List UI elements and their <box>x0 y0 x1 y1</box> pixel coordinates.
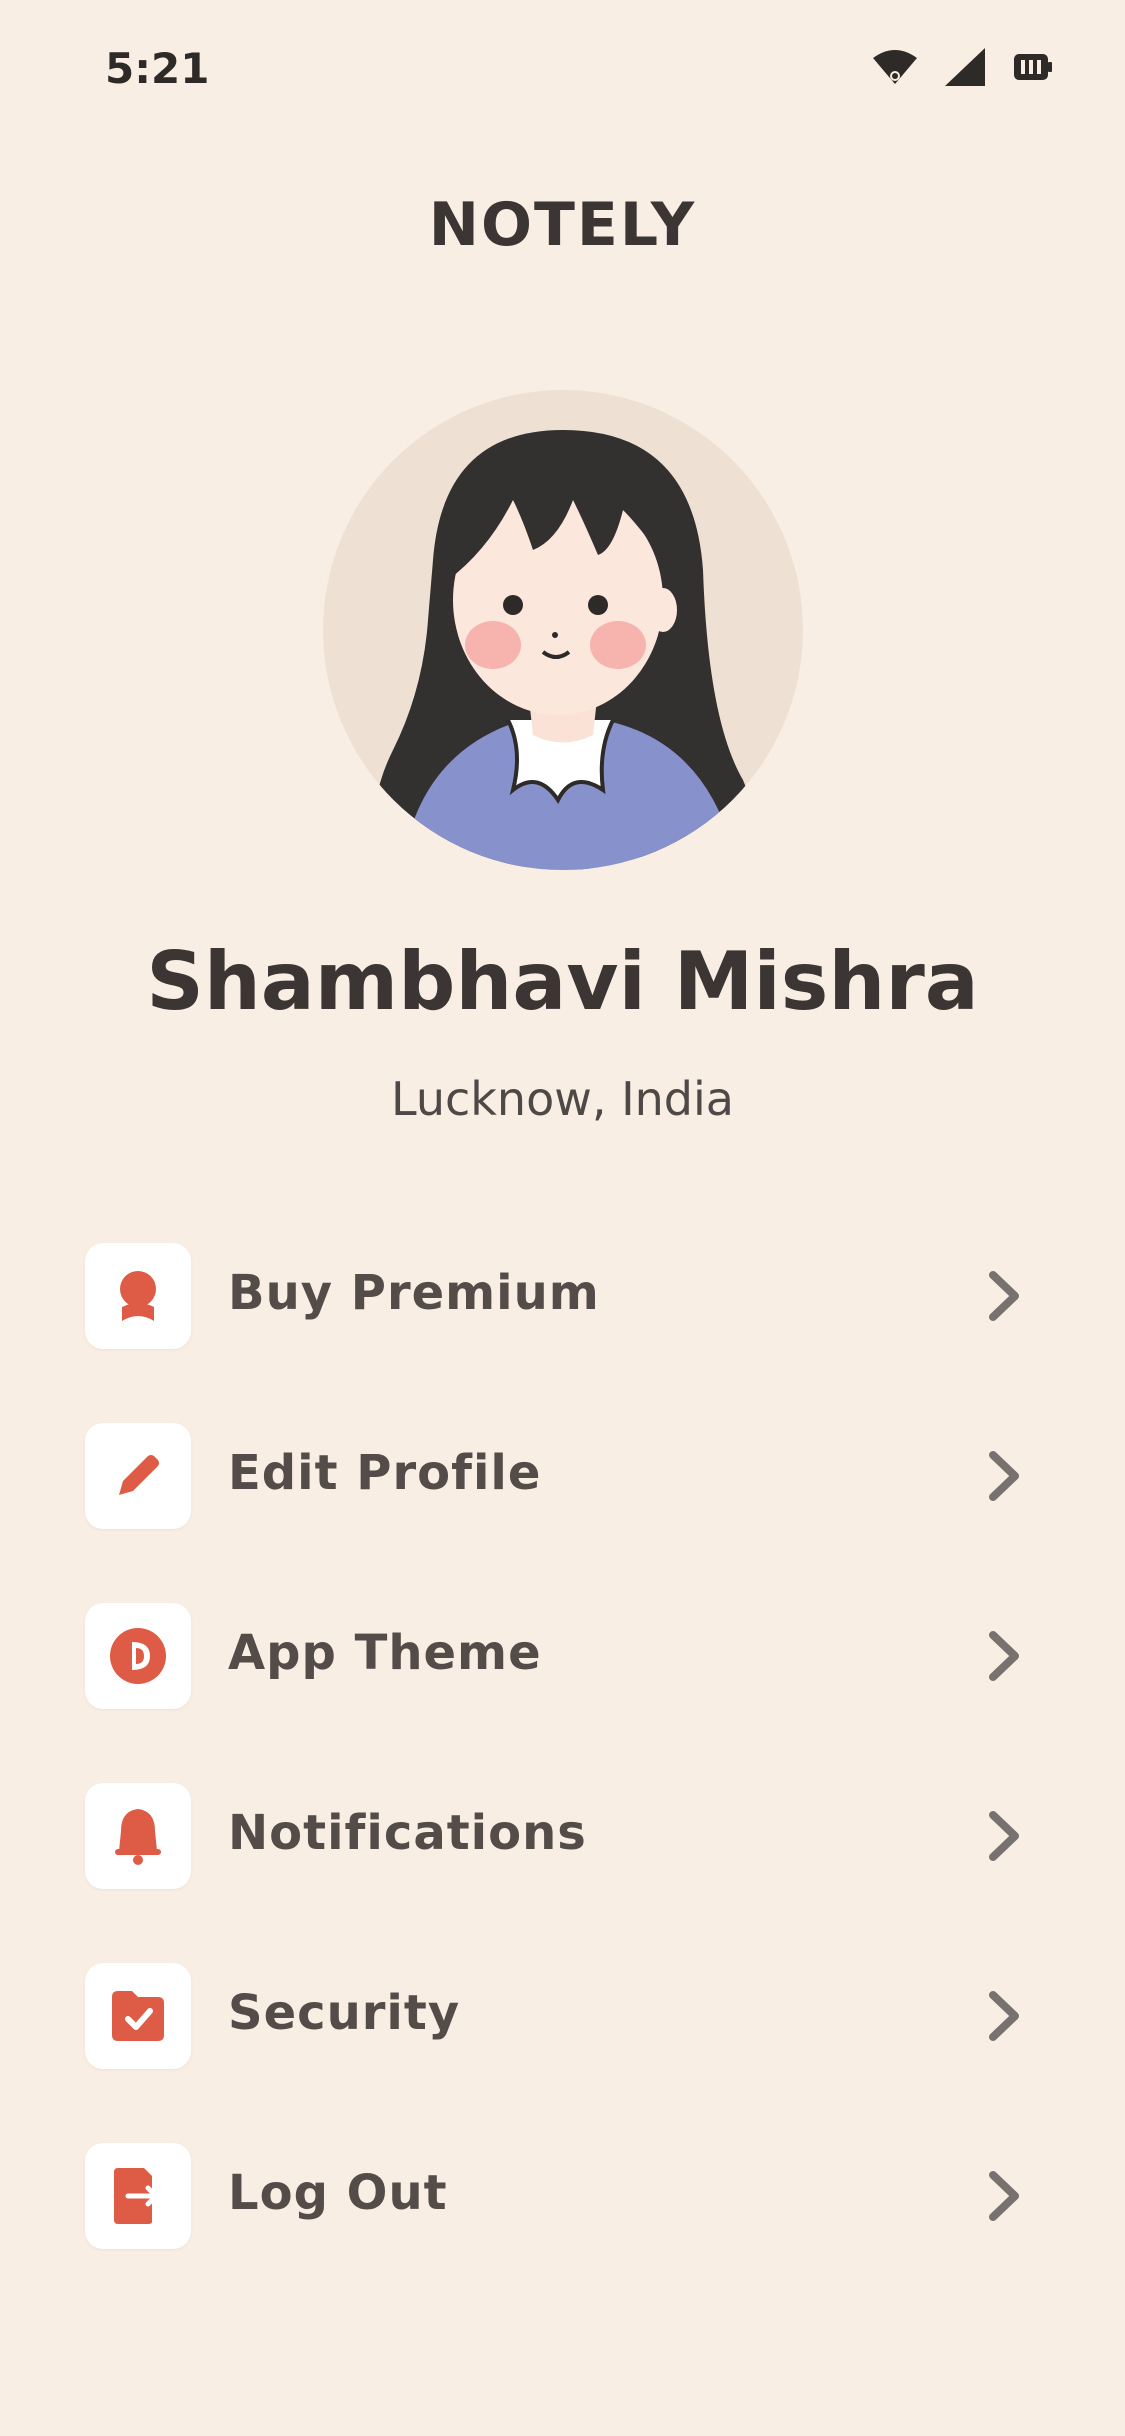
chevron-right-icon <box>989 2171 1019 2221</box>
menu-label-notifications: Notifications <box>228 1805 587 1861</box>
profile-name: Shambhavi Mishra <box>146 935 979 1028</box>
status-icons <box>873 48 1053 90</box>
menu-label-log-out: Log Out <box>228 2165 448 2221</box>
menu-item-edit-profile[interactable]: Edit Profile <box>85 1423 1025 1529</box>
chevron-right-icon <box>989 1631 1019 1681</box>
menu-item-security[interactable]: Security <box>85 1963 1025 2069</box>
menu-label-buy-premium: Buy Premium <box>228 1265 600 1321</box>
chevron-right-icon <box>989 1811 1019 1861</box>
status-bar: 5:21 <box>0 0 1125 140</box>
chevron-right-icon <box>989 1451 1019 1501</box>
menu-item-notifications[interactable]: Notifications <box>85 1783 1025 1889</box>
chevron-right-icon <box>989 1991 1019 2041</box>
menu-label-edit-profile: Edit Profile <box>228 1445 542 1501</box>
profile-location: Lucknow, India <box>391 1072 734 1126</box>
premium-badge-icon <box>85 1243 191 1349</box>
avatar[interactable] <box>323 390 803 870</box>
bell-icon <box>85 1783 191 1889</box>
menu-item-app-theme[interactable]: App Theme <box>85 1603 1025 1709</box>
menu-item-log-out[interactable]: Log Out <box>85 2143 1025 2249</box>
theme-icon <box>85 1603 191 1709</box>
menu-label-app-theme: App Theme <box>228 1625 542 1681</box>
pencil-icon <box>85 1423 191 1529</box>
shield-folder-icon <box>85 1963 191 2069</box>
menu-label-security: Security <box>228 1985 461 2041</box>
chevron-right-icon <box>989 1271 1019 1321</box>
status-time: 5:21 <box>105 44 210 93</box>
menu-item-buy-premium[interactable]: Buy Premium <box>85 1243 1025 1349</box>
logout-icon <box>85 2143 191 2249</box>
wifi-icon <box>873 50 917 88</box>
signal-icon <box>945 48 985 90</box>
battery-icon <box>1013 51 1053 87</box>
app-title: NOTELY <box>428 190 697 260</box>
